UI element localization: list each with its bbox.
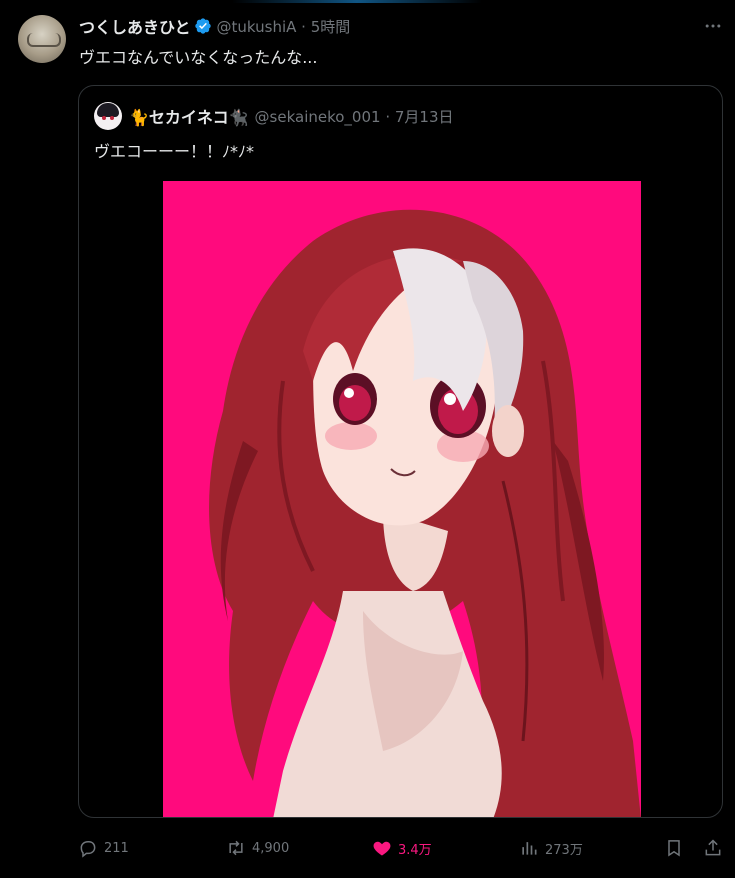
quoted-tweet-header: 🐈セカイネコ🐈‍⬛ @sekaineko_001 · 7月13日 — [129, 103, 454, 129]
quoted-tweet-image[interactable] — [163, 181, 641, 817]
top-progress-glow — [232, 0, 482, 3]
quoted-author-avatar[interactable] — [94, 102, 122, 130]
author-name[interactable]: つくしあきひと — [79, 14, 191, 38]
reply-button[interactable]: 211 — [78, 835, 129, 861]
bookmark-icon — [664, 838, 684, 858]
views-count: 273万 — [545, 842, 583, 858]
bookmark-button[interactable] — [664, 835, 684, 861]
tweet-actions: 211 4,900 3.4万 273万 — [0, 835, 735, 863]
views-icon — [519, 838, 539, 858]
like-icon — [372, 838, 392, 858]
repost-button[interactable]: 4,900 — [226, 835, 289, 861]
tweet-text: ヴエコなんでいなくなったんな... — [79, 48, 318, 67]
repost-icon — [226, 838, 246, 858]
quoted-tweet[interactable]: 🐈セカイネコ🐈‍⬛ @sekaineko_001 · 7月13日 ヴエコーーー！… — [78, 85, 723, 818]
more-icon[interactable] — [701, 14, 725, 38]
reply-count: 211 — [104, 840, 129, 856]
share-icon — [703, 838, 723, 858]
quoted-author-name[interactable]: 🐈セカイネコ🐈‍⬛ — [129, 104, 249, 128]
tweet-header: つくしあきひと @tukushiA · 5時間 — [79, 14, 350, 38]
repost-count: 4,900 — [252, 840, 290, 856]
author-handle-time[interactable]: @tukushiA · 5時間 — [217, 16, 351, 37]
like-button[interactable]: 3.4万 — [372, 835, 432, 861]
quoted-author-handle-time[interactable]: @sekaineko_001 · 7月13日 — [255, 106, 454, 127]
share-button[interactable] — [703, 835, 723, 861]
reply-icon — [78, 838, 98, 858]
like-count: 3.4万 — [398, 842, 432, 858]
views-button[interactable]: 273万 — [519, 835, 583, 861]
verified-badge-icon[interactable] — [194, 17, 212, 35]
quoted-tweet-text: ヴエコーーー！！ﾉ*ﾉ* — [94, 142, 255, 161]
author-avatar[interactable] — [18, 15, 66, 63]
